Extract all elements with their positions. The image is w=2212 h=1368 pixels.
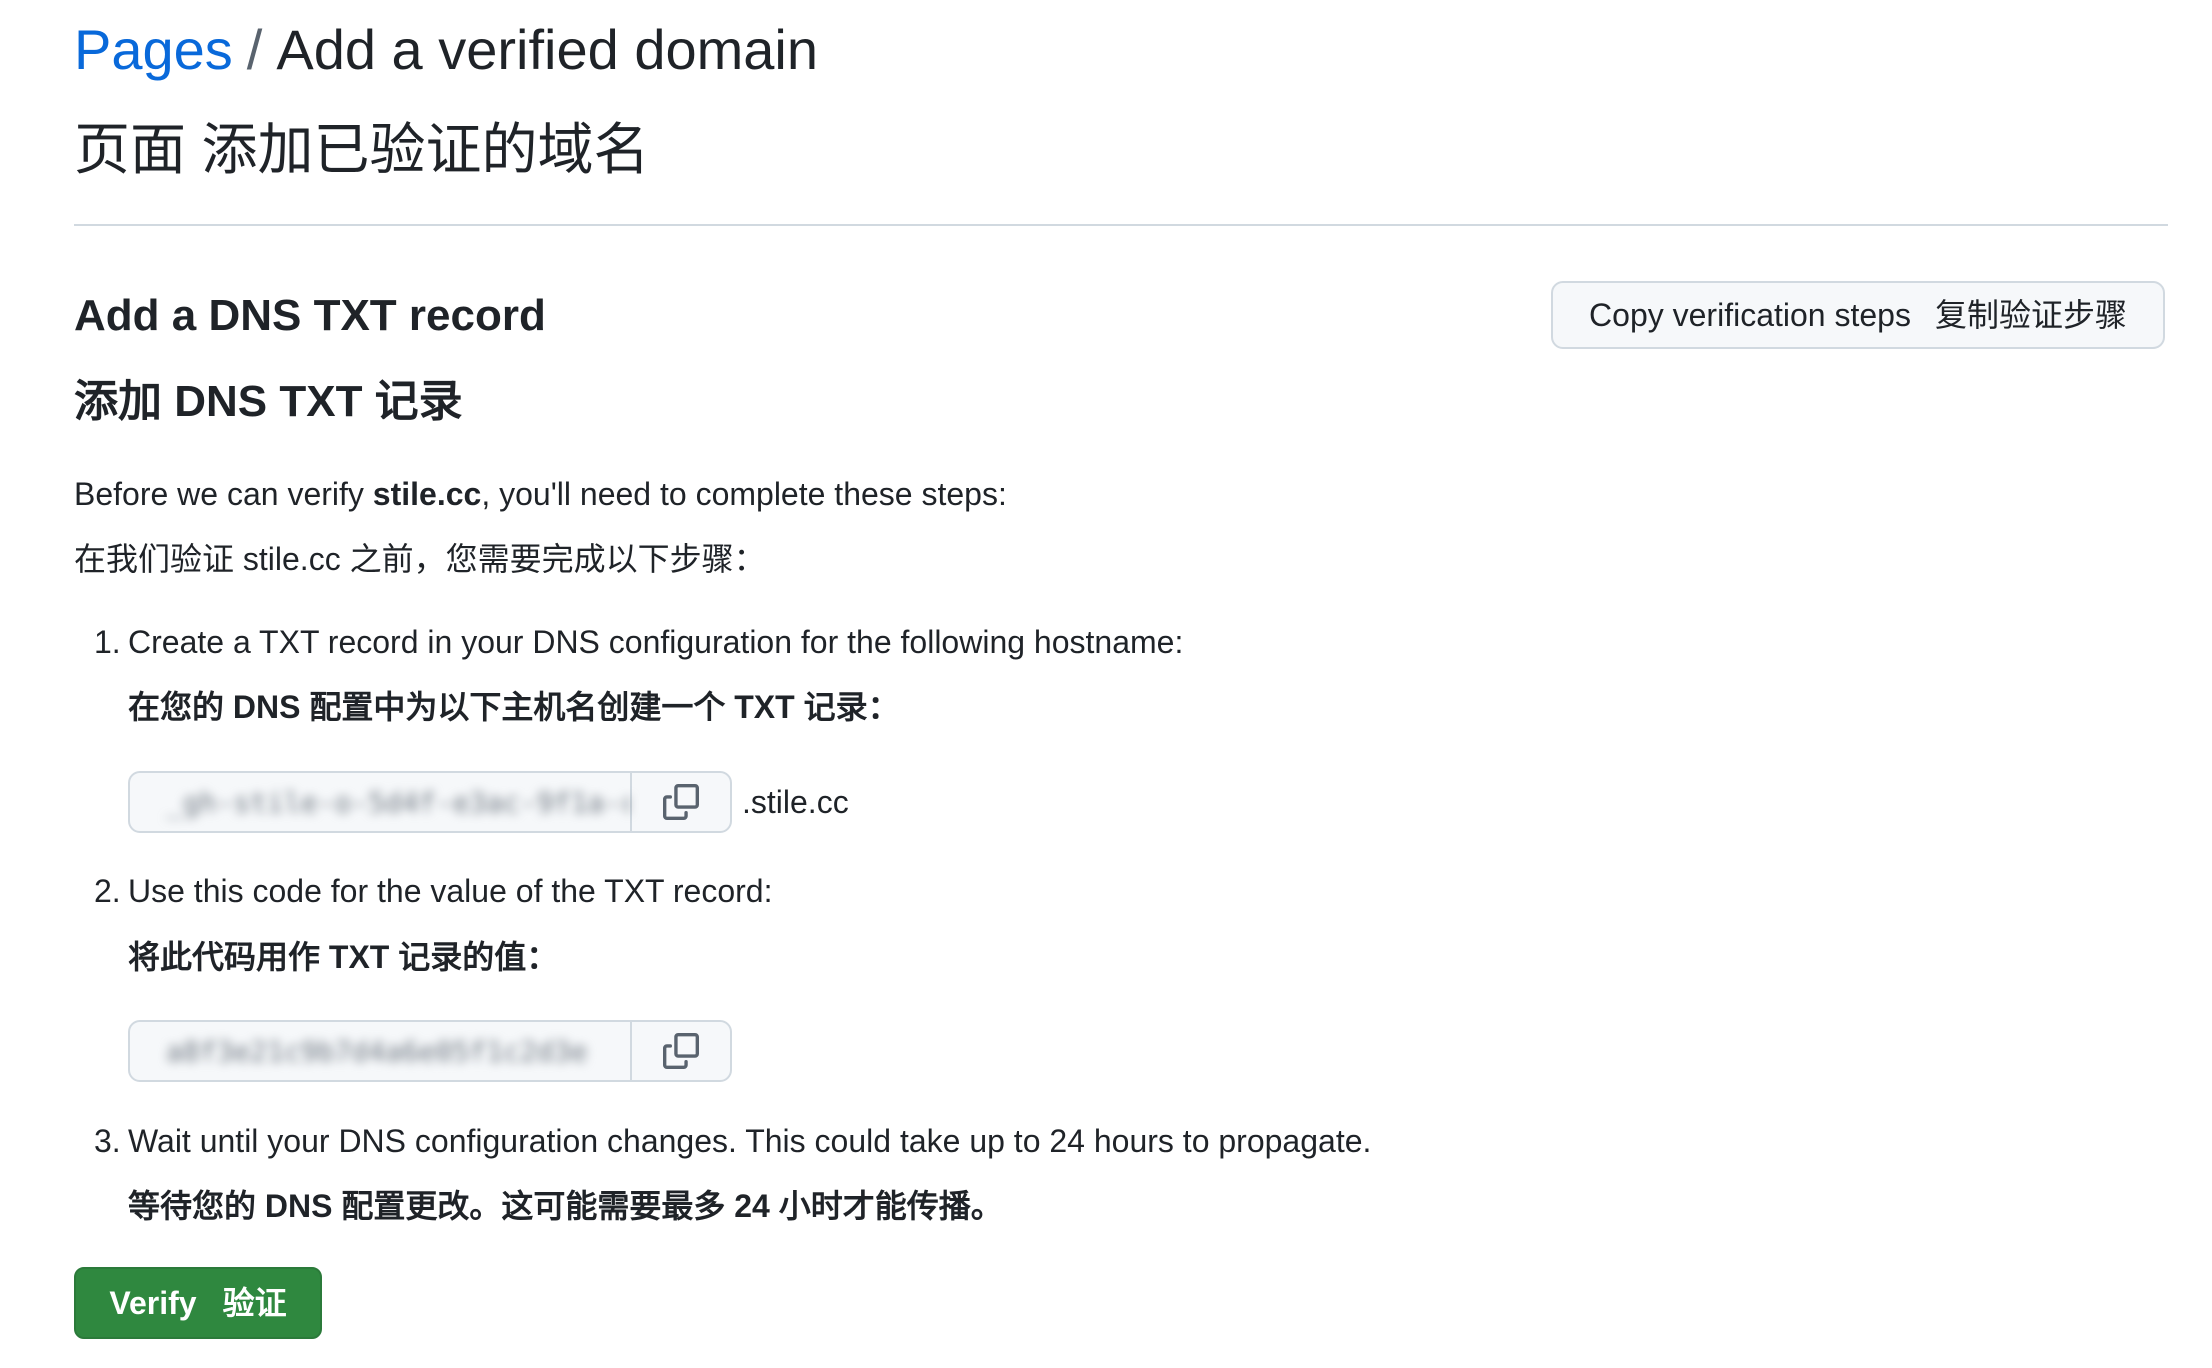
step-2-text: Use this code for the value of the TXT r… bbox=[128, 873, 773, 909]
section-title-zh: 添加 DNS TXT 记录 bbox=[74, 377, 463, 426]
txt-value[interactable]: a8f3e21c9b7d4a6e05f1c2d3e bbox=[130, 1022, 632, 1080]
step-2-text-zh: 将此代码用作 TXT 记录的值： bbox=[128, 939, 559, 975]
intro-after: , you'll need to complete these steps: bbox=[481, 476, 1007, 512]
copy-icon bbox=[663, 1033, 699, 1069]
page-title: Add a verified domain bbox=[276, 18, 819, 81]
breadcrumb-separator: / bbox=[246, 18, 263, 81]
copy-steps-label-zh: 复制验证步骤 bbox=[1934, 297, 2127, 333]
verify-label: Verify bbox=[109, 1285, 197, 1321]
hostname-value-text: _gh-stile-o-5d4f-e3ac-9f1a-cb bbox=[166, 785, 630, 819]
step-2-number: 2. bbox=[94, 873, 121, 909]
hostname-field: _gh-stile-o-5d4f-e3ac-9f1a-cb bbox=[128, 771, 732, 833]
page: Pages / Add a verified domain 页面 添加已验证的域名 … bbox=[0, 0, 2212, 1368]
txt-value-text: a8f3e21c9b7d4a6e05f1c2d3e bbox=[166, 1034, 588, 1068]
copy-hostname-button[interactable] bbox=[632, 773, 730, 831]
step-3-text: Wait until your DNS configuration change… bbox=[128, 1123, 1372, 1159]
intro-domain: stile.cc bbox=[372, 476, 482, 512]
intro-text: Before we can verify stile.cc, you'll ne… bbox=[74, 472, 1007, 516]
hostname-suffix: .stile.cc bbox=[742, 784, 849, 820]
step-1-text-zh: 在您的 DNS 配置中为以下主机名创建一个 TXT 记录： bbox=[128, 689, 900, 725]
breadcrumb: Pages / Add a verified domain bbox=[74, 14, 818, 86]
step-3-text-zh: 等待您的 DNS 配置更改。这可能需要最多 24 小时才能传播。 bbox=[128, 1188, 1003, 1224]
page-title-zh: 页面 添加已验证的域名 bbox=[74, 118, 650, 181]
intro-text-zh: 在我们验证 stile.cc 之前，您需要完成以下步骤： bbox=[74, 541, 766, 577]
section-title: Add a DNS TXT record bbox=[74, 291, 546, 340]
verify-label-zh: 验证 bbox=[222, 1285, 287, 1321]
copy-icon bbox=[663, 784, 699, 820]
txt-value-field: a8f3e21c9b7d4a6e05f1c2d3e bbox=[128, 1020, 732, 1082]
step-1-number: 1. bbox=[94, 624, 121, 660]
copy-steps-label: Copy verification steps bbox=[1589, 297, 1911, 333]
hostname-value[interactable]: _gh-stile-o-5d4f-e3ac-9f1a-cb bbox=[130, 773, 632, 831]
header-divider bbox=[74, 224, 2168, 226]
copy-txt-value-button[interactable] bbox=[632, 1022, 730, 1080]
verify-button[interactable]: Verify 验证 bbox=[74, 1267, 322, 1339]
copy-verification-steps-button[interactable]: Copy verification steps 复制验证步骤 bbox=[1551, 281, 2165, 349]
step-1-text: Create a TXT record in your DNS configur… bbox=[128, 624, 1184, 660]
step-3-number: 3. bbox=[94, 1123, 121, 1159]
breadcrumb-link-pages[interactable]: Pages bbox=[74, 18, 233, 81]
intro-before: Before we can verify bbox=[74, 476, 373, 512]
